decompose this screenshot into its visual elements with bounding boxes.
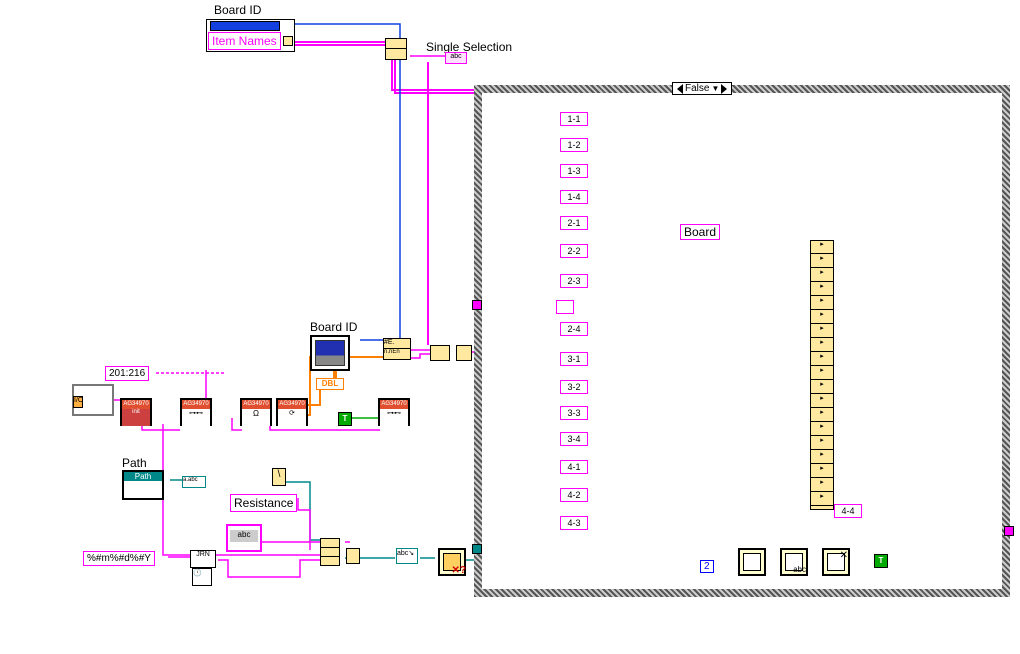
- case-next-icon[interactable]: [721, 84, 727, 94]
- pin-constant-1-4[interactable]: 1-4: [560, 190, 588, 204]
- pin-constant-3-2[interactable]: 3-2: [560, 380, 588, 394]
- tunnel-teal-icon: [472, 544, 482, 554]
- true-constant-2[interactable]: T: [874, 554, 888, 568]
- pin-constant-3-4[interactable]: 3-4: [560, 432, 588, 446]
- case-selector[interactable]: False ▼: [672, 82, 732, 95]
- string-op-icon[interactable]: [346, 548, 360, 564]
- bundle-by-name-node[interactable]: /* rows drawn below */: [810, 240, 834, 510]
- to-dbl-coerce-icon[interactable]: DBL: [316, 378, 344, 390]
- path-control[interactable]: Path: [122, 470, 164, 500]
- path-to-string-icon[interactable]: a.abc: [182, 476, 206, 488]
- get-datetime-icon[interactable]: 🕐: [192, 568, 212, 586]
- ag34970-vi-4[interactable]: AG34970⟳: [276, 398, 308, 426]
- item-names-text: Item Names: [208, 32, 281, 50]
- case-structure[interactable]: [474, 85, 1010, 597]
- file-write-vi[interactable]: abc: [780, 548, 808, 576]
- file-new-vi[interactable]: [738, 548, 766, 576]
- waveform-chart-terminal[interactable]: [310, 335, 350, 371]
- build-array-node[interactable]: [430, 345, 450, 361]
- string-to-path-icon[interactable]: abc↘: [396, 548, 418, 564]
- resistance-label: Resistance: [230, 494, 297, 512]
- tunnel-icon: [472, 300, 482, 310]
- file-close-vi[interactable]: ✕: [822, 548, 850, 576]
- pin-constant-2-1[interactable]: 2-1: [560, 216, 588, 230]
- backslash-const-icon[interactable]: \: [272, 468, 286, 486]
- format-string-constant[interactable]: %#m%#d%#Y: [83, 551, 155, 566]
- path-label: Path: [122, 456, 147, 470]
- numeric-constant-2[interactable]: 2: [700, 560, 714, 573]
- index-terminal-icon: [283, 36, 293, 46]
- pin-constant-1-3[interactable]: 1-3: [560, 164, 588, 178]
- ag34970-vi-5[interactable]: AG34970⊶⊷: [378, 398, 410, 426]
- single-selection-label: Single Selection: [426, 40, 512, 54]
- property-node[interactable]: #E. n.nEn: [383, 338, 411, 360]
- pin-constant-alt[interactable]: 4-4: [834, 504, 862, 518]
- pin-constant-2-2[interactable]: 2-2: [560, 244, 588, 258]
- case-prev-icon[interactable]: [677, 84, 683, 94]
- concat-strings-node[interactable]: [320, 538, 340, 566]
- pin-constant-3-3[interactable]: 3-3: [560, 406, 588, 420]
- pin-constant-4-1[interactable]: 4-1: [560, 460, 588, 474]
- tunnel-right-icon: [1004, 526, 1014, 536]
- pin-constant-1-2[interactable]: 1-2: [560, 138, 588, 152]
- unbundle-node[interactable]: [385, 38, 407, 60]
- ag34970-vi-1[interactable]: AG34970init: [120, 398, 152, 426]
- pin-constant-4-3[interactable]: 4-3: [560, 516, 588, 530]
- ag34970-vi-2[interactable]: AG34970⊶⊷: [180, 398, 212, 426]
- board-cluster-label: Board: [680, 224, 720, 240]
- for-loop-small[interactable]: I/O: [72, 384, 114, 416]
- pin-constant-4-2[interactable]: 4-2: [560, 488, 588, 502]
- board-id-top-label: Board ID: [214, 3, 261, 17]
- file-open-vi[interactable]: ✕?: [438, 548, 466, 576]
- board-id-chart-label: Board ID: [310, 320, 357, 334]
- format-into-string-icon[interactable]: JRN: [190, 550, 216, 568]
- empty-cluster-const-icon[interactable]: [556, 300, 574, 314]
- range-constant[interactable]: 201:216: [105, 366, 149, 381]
- index-array-node[interactable]: [456, 345, 472, 361]
- string-indicator-abc[interactable]: abc: [445, 52, 467, 64]
- string-indicator-resistance[interactable]: abc: [226, 524, 262, 552]
- item-names-control[interactable]: Item Names: [206, 19, 295, 52]
- pin-constant-2-3[interactable]: 2-3: [560, 274, 588, 288]
- case-selector-value: False: [685, 83, 709, 94]
- pin-constant-2-4[interactable]: 2-4: [560, 322, 588, 336]
- pin-constant-3-1[interactable]: 3-1: [560, 352, 588, 366]
- pin-constant-1-1[interactable]: 1-1: [560, 112, 588, 126]
- path-glyph-icon: Path: [124, 472, 162, 481]
- board-id-bluebar: [210, 21, 280, 31]
- true-constant-1[interactable]: T: [338, 412, 352, 426]
- ag34970-vi-3[interactable]: AG34970Ω: [240, 398, 272, 426]
